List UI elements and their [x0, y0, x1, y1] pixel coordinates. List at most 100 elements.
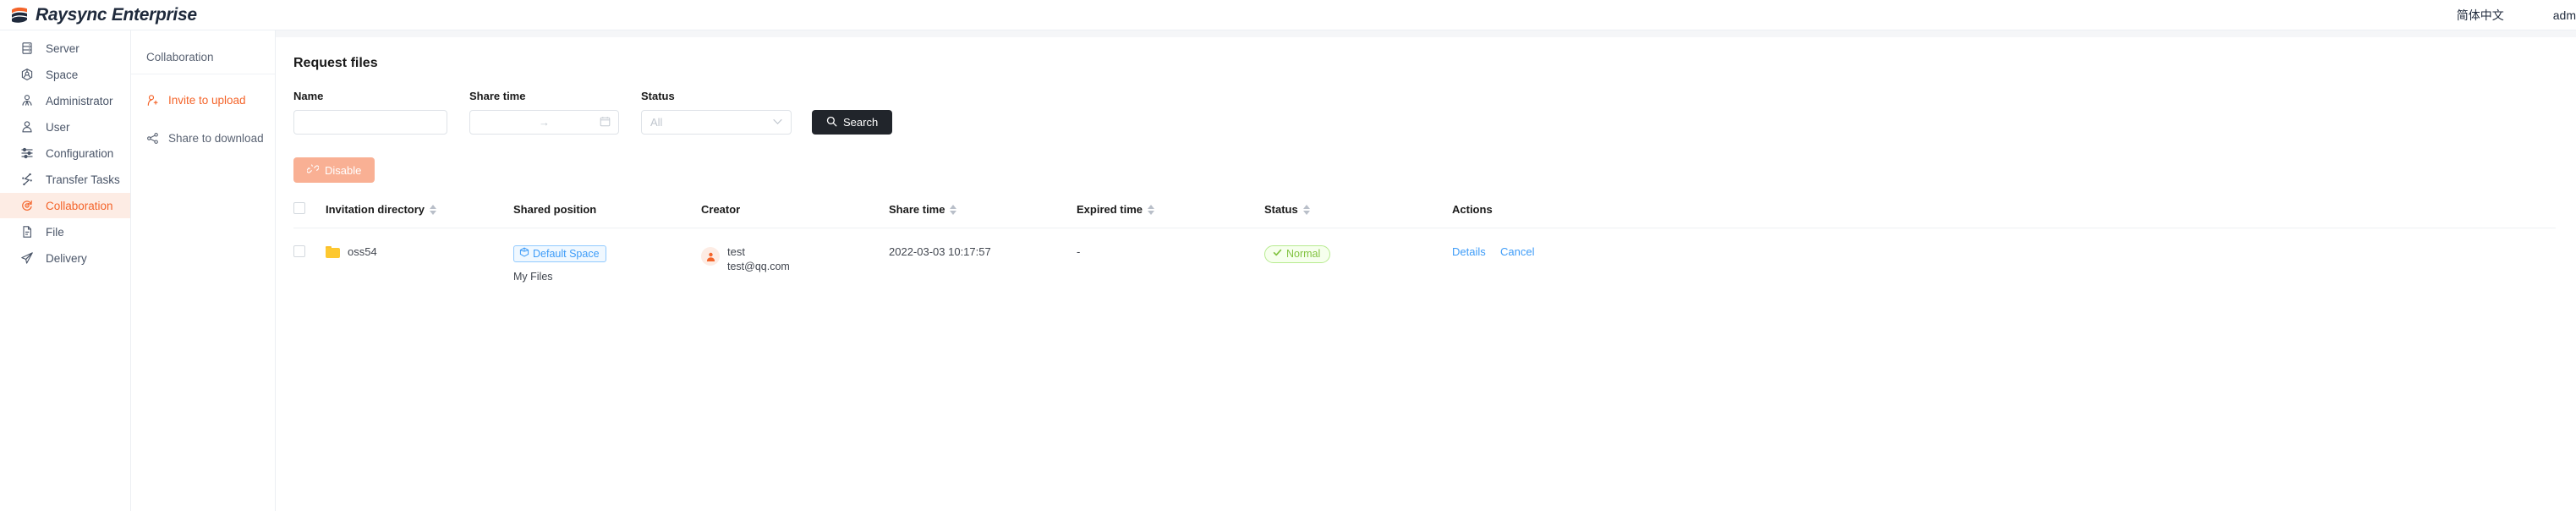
- column-label: Status: [1264, 203, 1298, 216]
- filter-share-time-label: Share time: [469, 90, 526, 102]
- column-header-creator: Creator: [701, 202, 889, 228]
- sidebar-item-transfer-tasks[interactable]: Transfer Tasks: [0, 167, 130, 192]
- row-shared-position-cell: Default Space My Files: [513, 228, 701, 283]
- sort-toggle-icon[interactable]: [1148, 204, 1155, 215]
- sidebar-item-collaboration[interactable]: Collaboration: [0, 193, 130, 218]
- row-invitation-directory-cell: oss54: [326, 228, 513, 283]
- raysync-stack-icon: [9, 6, 30, 25]
- request-files-table: Invitation directory Shared position Cre…: [293, 202, 2556, 283]
- sidebar-item-configuration[interactable]: Configuration: [0, 140, 130, 166]
- cancel-link[interactable]: Cancel: [1500, 245, 1534, 258]
- filter-share-time: Share time →: [469, 90, 619, 135]
- column-header-expired-time[interactable]: Expired time: [1077, 202, 1264, 228]
- subnav-item-invite-to-upload[interactable]: Invite to upload: [131, 88, 275, 113]
- table-head: Invitation directory Shared position Cre…: [293, 202, 2556, 228]
- sort-toggle-icon[interactable]: [1302, 204, 1310, 215]
- broken-link-icon: [306, 163, 320, 178]
- status-badge-label: Normal: [1286, 248, 1321, 260]
- column-header-invitation-directory[interactable]: Invitation directory: [326, 202, 513, 228]
- filter-name-label: Name: [293, 90, 324, 102]
- sliders-icon: [20, 146, 34, 160]
- sidebar-item-server[interactable]: Server: [0, 36, 130, 61]
- name-input[interactable]: [293, 110, 447, 135]
- disable-button[interactable]: Disable: [293, 157, 375, 183]
- subnav-item-label: Share to download: [168, 132, 264, 145]
- row-actions-cell: Details Cancel: [1452, 228, 2556, 283]
- filter-name: Name: [293, 90, 447, 135]
- column-header-shared-position: Shared position: [513, 202, 701, 228]
- select-all-checkbox[interactable]: [293, 202, 305, 214]
- page-title: Request files: [293, 56, 378, 70]
- user-menu[interactable]: adm: [2553, 8, 2576, 22]
- collaboration-subpanel: Collaboration Invite to upload Share to …: [131, 30, 276, 511]
- column-header-share-time[interactable]: Share time: [889, 202, 1077, 228]
- sidebar-item-space[interactable]: Space: [0, 62, 130, 87]
- cube-icon: [519, 247, 529, 260]
- status-badge: Normal: [1264, 245, 1331, 263]
- sidebar-item-user[interactable]: User: [0, 114, 130, 140]
- share-icon: [146, 132, 159, 145]
- app-logo[interactable]: Raysync Enterprise: [0, 5, 197, 25]
- directory-name: oss54: [348, 245, 377, 258]
- filter-bar: Name Share time → Status All Search: [293, 90, 2556, 135]
- table-body: oss54 Default Space My Files test test@q…: [293, 228, 2556, 283]
- top-bar-right: 简体中文 adm: [2457, 7, 2576, 24]
- creator-name: test: [727, 245, 745, 258]
- main-sidebar: Server Space Administrator User Configur…: [0, 30, 131, 511]
- search-button-label: Search: [843, 116, 879, 129]
- column-header-select-all: [293, 202, 326, 228]
- row-checkbox[interactable]: [293, 245, 305, 257]
- sync-circle-icon: [20, 199, 34, 212]
- range-separator-icon: →: [539, 116, 550, 129]
- row-select-cell: [293, 228, 326, 283]
- calendar-icon: [600, 116, 611, 129]
- sidebar-item-label: Server: [46, 41, 79, 55]
- column-label: Creator: [701, 203, 741, 216]
- column-label: Invitation directory: [326, 203, 425, 216]
- subnav-item-share-to-download[interactable]: Share to download: [131, 126, 275, 151]
- column-header-actions: Actions: [1452, 202, 2556, 228]
- status-select[interactable]: All: [641, 110, 792, 135]
- row-share-time-cell: 2022-03-03 10:17:57: [889, 245, 991, 258]
- filter-status: Status All: [641, 90, 792, 135]
- brand-name: Raysync Enterprise: [36, 4, 197, 25]
- folder-icon: [326, 245, 340, 258]
- sort-toggle-icon[interactable]: [950, 204, 957, 215]
- sidebar-item-administrator[interactable]: Administrator: [0, 88, 130, 113]
- table-row: oss54 Default Space My Files test test@q…: [293, 228, 2556, 283]
- server-icon: [20, 41, 34, 55]
- subpanel-title: Collaboration: [131, 30, 275, 74]
- row-expired-time-cell: -: [1077, 245, 1081, 258]
- sidebar-item-label: Delivery: [46, 251, 87, 265]
- top-bar: Raysync Enterprise 简体中文 adm: [0, 0, 2576, 30]
- column-label: Share time: [889, 203, 945, 216]
- sort-toggle-icon[interactable]: [430, 204, 437, 215]
- sidebar-item-delivery[interactable]: Delivery: [0, 245, 130, 271]
- space-tag-label: Default Space: [533, 247, 600, 260]
- table-header-row: Invitation directory Shared position Cre…: [293, 202, 2556, 228]
- column-label: Actions: [1452, 203, 1493, 216]
- search-icon: [826, 116, 837, 129]
- request-files-card: Request files Name Share time → Status A…: [276, 37, 2576, 511]
- filter-status-label: Status: [641, 90, 675, 102]
- status-select-placeholder: All: [650, 116, 663, 129]
- language-switch[interactable]: 简体中文: [2457, 7, 2504, 24]
- sidebar-item-label: User: [46, 120, 70, 134]
- user-plus-icon: [146, 94, 159, 107]
- sidebar-item-label: Configuration: [46, 146, 114, 160]
- row-status-cell: Normal: [1264, 228, 1452, 283]
- cube-node-icon: [20, 68, 34, 81]
- details-link[interactable]: Details: [1452, 245, 1486, 258]
- column-header-status[interactable]: Status: [1264, 202, 1452, 228]
- share-time-range-input[interactable]: →: [469, 110, 619, 135]
- user-avatar-icon: [701, 247, 720, 266]
- sidebar-item-label: File: [46, 225, 64, 239]
- creator-email: test@qq.com: [727, 261, 790, 272]
- column-label: Shared position: [513, 203, 597, 216]
- sidebar-item-label: Space: [46, 68, 79, 81]
- admin-user-icon: [20, 94, 34, 107]
- subnav-item-label: Invite to upload: [168, 94, 246, 107]
- search-button[interactable]: Search: [812, 110, 893, 135]
- sidebar-item-label: Collaboration: [46, 199, 113, 212]
- sidebar-item-file[interactable]: File: [0, 219, 130, 245]
